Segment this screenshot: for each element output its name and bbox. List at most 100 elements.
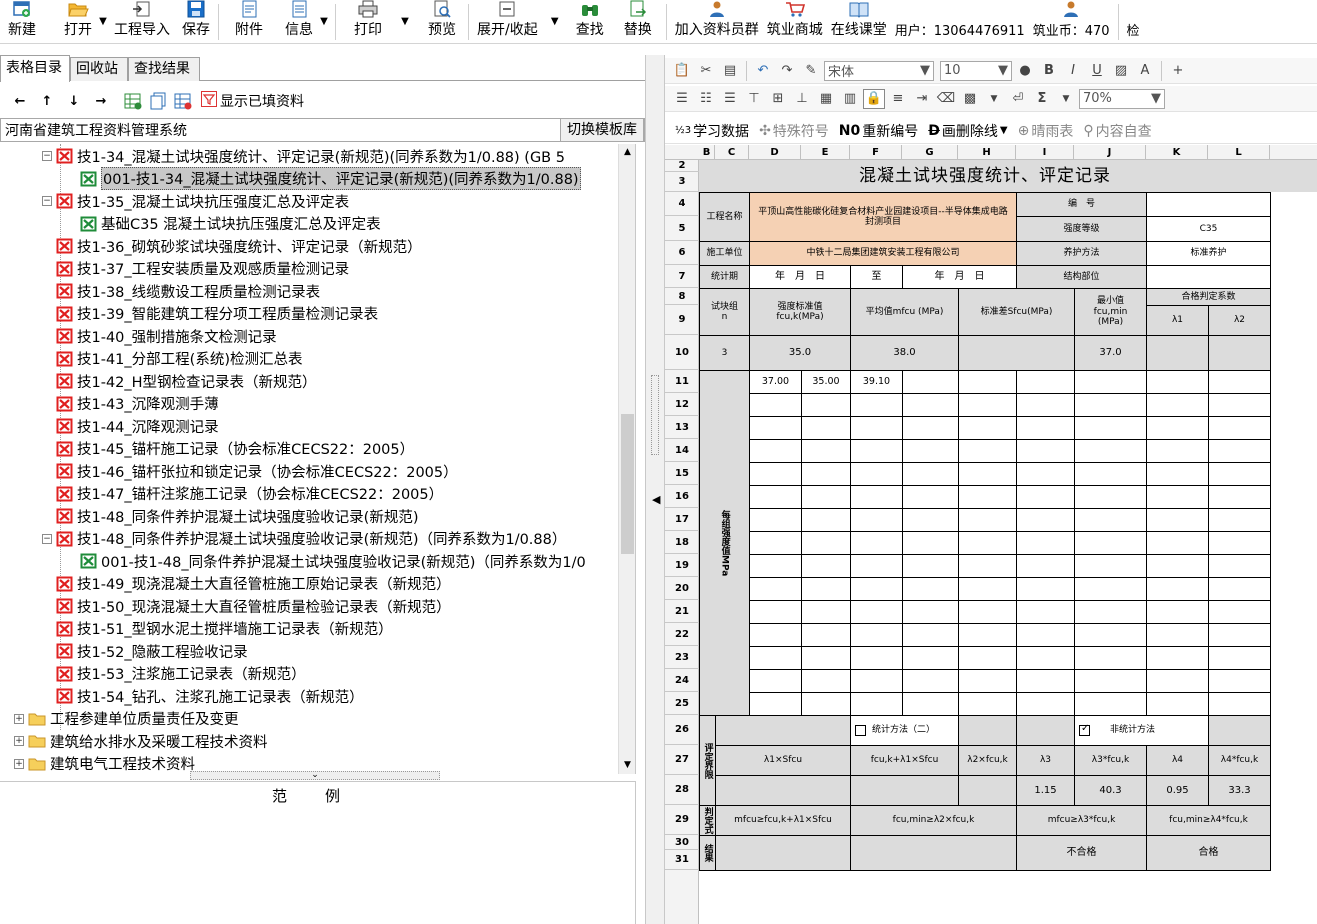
- project-name-value[interactable]: 平顶山高性能碳化硅复合材料产业园建设项目--半导体集成电路封测项目: [749, 192, 1017, 242]
- tree-item[interactable]: 技1-47_锚杆注浆施工记录（协会标准CECS22：2005）: [56, 483, 443, 506]
- row-header[interactable]: 30: [665, 835, 699, 850]
- content-self-check-button[interactable]: ⚲ 内容自查: [1079, 121, 1155, 141]
- tree-scrollbar[interactable]: ▲ ▼: [618, 144, 635, 774]
- lambda1-header[interactable]: λ1: [1146, 305, 1209, 336]
- formula-cell[interactable]: fcu,k+λ1×Sfcu: [850, 745, 959, 776]
- strength-cell[interactable]: [1146, 646, 1209, 670]
- grade-value[interactable]: C35: [1146, 216, 1271, 242]
- strength-cell[interactable]: [749, 600, 802, 624]
- row-header[interactable]: 2: [665, 160, 699, 172]
- strength-cell[interactable]: [801, 646, 851, 670]
- strength-cell[interactable]: [850, 554, 903, 578]
- row-header[interactable]: 9: [665, 305, 699, 335]
- paste-icon[interactable]: 📋: [671, 61, 693, 81]
- learn-data-button[interactable]: ½3 学习数据: [671, 121, 753, 141]
- lambda1-value[interactable]: [1146, 335, 1209, 371]
- column-header[interactable]: G: [902, 145, 958, 160]
- split-cells-icon[interactable]: ▥: [839, 89, 861, 109]
- merge-cells-icon[interactable]: ▦: [815, 89, 837, 109]
- strength-cell[interactable]: [958, 600, 1017, 624]
- stat-method-two-option[interactable]: 统计方法（二）: [850, 715, 959, 746]
- row-header[interactable]: 27: [665, 745, 699, 775]
- align-middle-icon[interactable]: ⊞: [767, 89, 789, 109]
- strength-cell[interactable]: [902, 485, 959, 509]
- value-cell[interactable]: 40.3: [1074, 775, 1147, 806]
- sum-dropdown-icon[interactable]: ▼: [1055, 89, 1077, 109]
- judge-formula-label[interactable]: 判定式: [699, 805, 716, 836]
- tree-item[interactable]: 技1-45_锚杆施工记录（协会标准CECS22：2005）: [56, 438, 414, 461]
- standard-value[interactable]: 35.0: [749, 335, 851, 371]
- row-header[interactable]: 18: [665, 531, 699, 554]
- column-header[interactable]: F: [850, 145, 902, 160]
- strength-cell[interactable]: [1146, 623, 1209, 647]
- column-header[interactable]: H: [958, 145, 1016, 160]
- cure-method-value[interactable]: 标准养护: [1146, 241, 1271, 266]
- align-top-icon[interactable]: ⊤: [743, 89, 765, 109]
- strength-cell[interactable]: [1074, 692, 1147, 716]
- copy-table-icon[interactable]: [147, 91, 169, 111]
- strength-cell[interactable]: [958, 393, 1017, 417]
- scrollbar-thumb[interactable]: [621, 414, 634, 554]
- non-stat-method-option[interactable]: 非统计方法: [1074, 715, 1209, 746]
- row-header[interactable]: 12: [665, 393, 699, 416]
- tree-item[interactable]: 技1-46_锚杆张拉和锁定记录（协会标准CECS22：2005）: [56, 460, 458, 483]
- mean-value[interactable]: 38.0: [850, 335, 959, 371]
- strength-cell[interactable]: [1074, 508, 1147, 532]
- tree-item[interactable]: 技1-36_砌筑砂浆试块强度统计、评定记录（新规范）: [56, 235, 422, 258]
- strength-cell[interactable]: [1208, 646, 1271, 670]
- strength-cell[interactable]: [1016, 692, 1075, 716]
- strength-cell[interactable]: [958, 531, 1017, 555]
- tree-item[interactable]: 技1-43_沉降观测手薄: [56, 393, 219, 416]
- strength-cell[interactable]: [902, 646, 959, 670]
- column-header[interactable]: I: [1016, 145, 1074, 160]
- underline-icon[interactable]: U: [1086, 61, 1108, 81]
- strength-cell[interactable]: [1016, 485, 1075, 509]
- tree-item[interactable]: 001-技1-34_混凝土试块强度统计、评定记录(新规范)(同养系数为1/0.8…: [80, 167, 581, 191]
- column-header[interactable]: C: [715, 145, 749, 160]
- align-right-icon[interactable]: ☰: [719, 89, 741, 109]
- panel-splitter[interactable]: ◀: [645, 55, 665, 924]
- check-button[interactable]: 检: [1123, 0, 1144, 43]
- strength-cell[interactable]: [1208, 508, 1271, 532]
- strength-cell[interactable]: 39.10: [850, 370, 903, 394]
- strength-cell[interactable]: [850, 600, 903, 624]
- strength-cell[interactable]: 35.00: [801, 370, 851, 394]
- grade-label[interactable]: 强度等级: [1016, 216, 1147, 242]
- strength-cell[interactable]: [902, 508, 959, 532]
- cut-icon[interactable]: ✂: [695, 61, 717, 81]
- row-header[interactable]: 3: [665, 172, 699, 192]
- tree-item[interactable]: 技1-41_分部工程(系统)检测汇总表: [56, 348, 302, 371]
- open-dropdown-arrow-icon[interactable]: ▼: [96, 0, 110, 43]
- splitter-grip[interactable]: [651, 375, 659, 455]
- strength-cell[interactable]: [749, 646, 802, 670]
- strength-cell[interactable]: [850, 577, 903, 601]
- strength-cell[interactable]: [1074, 393, 1147, 417]
- strength-cell[interactable]: [1016, 646, 1075, 670]
- strength-cell[interactable]: [1016, 623, 1075, 647]
- strength-cell[interactable]: [1208, 692, 1271, 716]
- std-dev-value[interactable]: [958, 335, 1075, 371]
- strength-cell[interactable]: [958, 577, 1017, 601]
- result-cell[interactable]: [715, 835, 851, 871]
- strength-cell[interactable]: [1146, 508, 1209, 532]
- min-value[interactable]: 37.0: [1074, 335, 1147, 371]
- row-header[interactable]: 7: [665, 265, 699, 288]
- spreadsheet[interactable]: BCDEFGHIJKL 2 3 4 5 6 7 8 9 10 11 12 13 14 15 16 17 18 19…: [665, 145, 1317, 924]
- period-label[interactable]: 统计期: [699, 265, 750, 289]
- attachment-button[interactable]: 附件: [231, 0, 267, 43]
- strength-cell[interactable]: [749, 393, 802, 417]
- tree-item[interactable]: + 工程参建单位质量责任及变更: [14, 708, 239, 731]
- strikethrough-button[interactable]: D 画删除线 ▼: [924, 121, 1011, 141]
- scroll-down-arrow-icon[interactable]: ▼: [619, 757, 635, 774]
- lock-icon[interactable]: 🔒: [863, 88, 885, 109]
- italic-icon[interactable]: I: [1062, 61, 1084, 81]
- formula-cell[interactable]: λ3: [1016, 745, 1075, 776]
- row-header[interactable]: 10: [665, 335, 699, 370]
- eval-limit-label[interactable]: 评定界限: [699, 715, 716, 806]
- strength-cell[interactable]: [749, 554, 802, 578]
- strength-cell[interactable]: [902, 692, 959, 716]
- row-header[interactable]: 16: [665, 485, 699, 508]
- strength-cell[interactable]: [1016, 577, 1075, 601]
- column-header[interactable]: D: [749, 145, 801, 160]
- group-count-header[interactable]: 试块组 n: [699, 288, 750, 336]
